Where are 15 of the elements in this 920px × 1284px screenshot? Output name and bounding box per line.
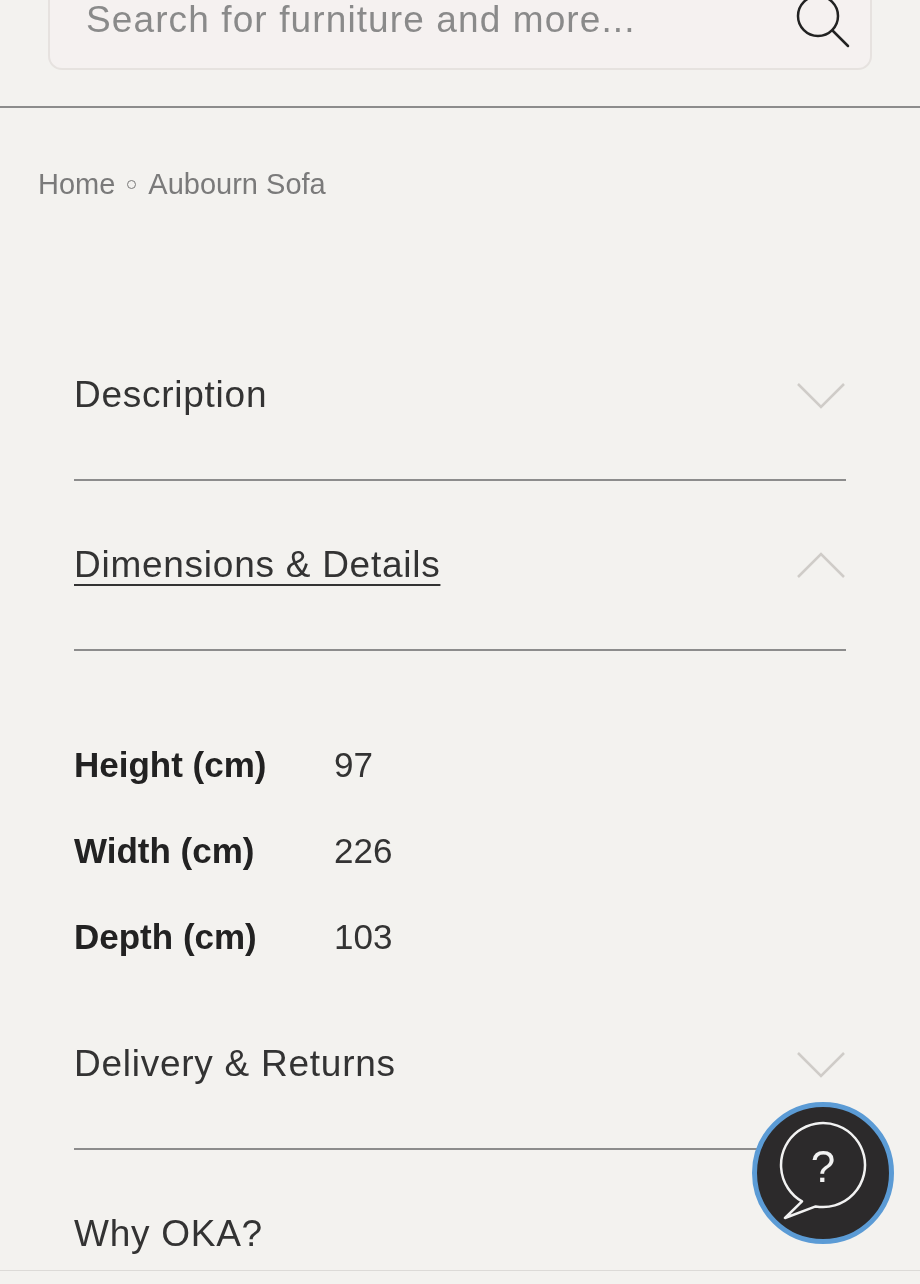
detail-label: Depth (cm) [74, 915, 258, 958]
detail-label: Width (cm) [74, 829, 256, 872]
accordion-header[interactable]: Dimensions & Details [74, 481, 846, 651]
breadcrumb-link[interactable]: Home [38, 168, 116, 200]
detail-value: 103 [334, 915, 394, 958]
detail-value: 97 [334, 743, 374, 786]
accordion-header[interactable]: Description [74, 311, 846, 481]
search-icon[interactable] [794, 0, 850, 48]
detail-value: 226 [334, 829, 394, 872]
detail-label: Height (cm) [74, 743, 268, 786]
speech-bubble-icon [777, 1121, 869, 1221]
search-field[interactable]: Search for furniture and more... [48, 0, 872, 70]
breadcrumb-current: Aubourn Sofa [148, 168, 326, 200]
help-button[interactable]: ? [752, 1102, 894, 1244]
accordion-header[interactable]: Why OKA? [74, 1213, 263, 1255]
